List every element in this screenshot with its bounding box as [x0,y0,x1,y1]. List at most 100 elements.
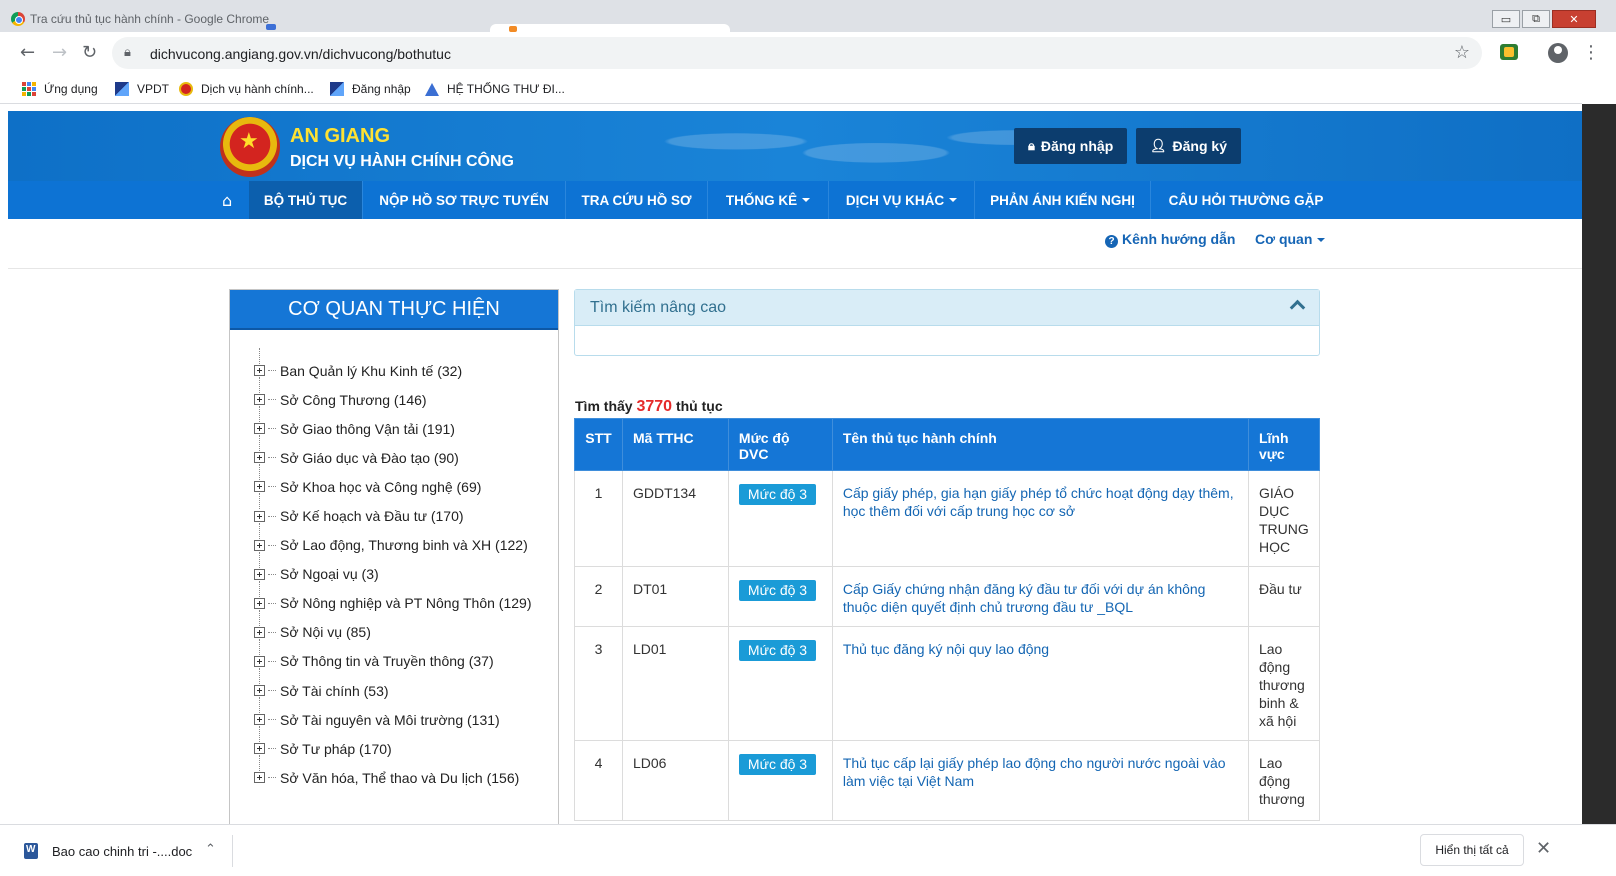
nav-cau-hoi[interactable]: CÂU HỎI THƯỜNG GẶP [1151,181,1341,219]
nav-dich-vu-khac[interactable]: DỊCH VỤ KHÁC [829,181,975,219]
agency-dropdown[interactable]: Cơ quan [1255,231,1326,247]
tree-item[interactable]: Sở Nội vụ (85) [254,609,532,647]
expand-plus-icon[interactable] [254,772,265,784]
tree-item[interactable]: Sở Thông tin và Truyền thông (37) [254,638,532,676]
bookmark-dich-vu[interactable]: Dịch vụ hành chính... [179,82,314,96]
tree-item[interactable]: Sở Nông nghiệp và PT Nông Thôn (129) [254,580,532,618]
tree-item-label[interactable]: Sở Ngoại vụ (3) [280,566,379,582]
tree-item-label[interactable]: Sở Văn hóa, Thể thao và Du lịch (156) [280,770,519,786]
procedure-link[interactable]: Thủ tục cấp lại giấy phép lao động cho n… [843,755,1226,789]
level-badge[interactable]: Mức độ 3 [738,484,817,505]
chevron-up-icon[interactable] [1291,298,1303,310]
tree-item[interactable]: Sở Giao thông Vận tải (191) [254,406,532,443]
lock-icon[interactable]: 🔒︎ [124,45,131,60]
tree-connector [259,348,260,364]
col-ten-thu-tuc: Tên thủ tục hành chính [831,418,1249,471]
advanced-search-header[interactable]: Tìm kiếm nâng cao [575,290,1319,326]
expand-plus-icon[interactable] [254,452,265,464]
procedure-link[interactable]: Cấp Giấy chứng nhận đăng ký đầu tư đối v… [843,581,1206,615]
tree-item-label[interactable]: Sở Tài chính (53) [280,683,389,699]
tree-item-label[interactable]: Sở Nội vụ (85) [280,624,371,640]
tree-item[interactable]: Sở Kế hoạch và Đầu tư (170) [254,493,532,530]
tree-item-label[interactable]: Ban Quản lý Khu Kinh tế (32) [280,363,462,379]
nav-nop-ho-so[interactable]: NỘP HỒ SƠ TRỰC TUYẾN [363,181,566,219]
close-icon[interactable]: ✕ [1536,838,1551,859]
level-badge[interactable]: Mức độ 3 [738,754,817,775]
tree-item-label[interactable]: Sở Công Thương (146) [280,392,427,408]
expand-plus-icon[interactable] [254,423,265,435]
home-icon[interactable]: ⌂ [222,191,232,210]
nav-label: THỐNG KÊ [725,192,798,208]
expand-plus-icon[interactable] [254,568,265,580]
login-button[interactable]: 🔒︎ Đăng nhập [1014,128,1128,164]
chevron-up-icon[interactable]: ⌃ [205,842,216,857]
tree-item-label[interactable]: Sở Giáo dục và Đào tạo (90) [280,450,459,466]
expand-plus-icon[interactable] [254,539,265,551]
close-window-button[interactable]: ✕ [1552,10,1596,28]
minimize-button[interactable]: ▭ [1492,10,1520,28]
tree-item-label[interactable]: Sở Kế hoạch và Đầu tư (170) [280,508,464,524]
show-all-button[interactable]: Hiển thị tất cả [1420,834,1524,866]
tab-favicon[interactable] [266,24,276,30]
tree-connector [268,486,276,488]
expand-plus-icon[interactable] [254,743,265,755]
level-badge[interactable]: Mức độ 3 [738,580,817,601]
nav-thong-ke[interactable]: THỐNG KÊ [708,181,829,219]
tree-item[interactable]: Sở Khoa học và Công nghệ (69) [254,464,532,501]
bookmark-vpdt[interactable]: VPDT [115,82,169,96]
expand-plus-icon[interactable] [254,655,265,667]
register-button[interactable]: 👤︎ Đăng ký [1136,128,1241,164]
expand-plus-icon[interactable] [254,685,265,697]
profile-avatar-icon[interactable] [1548,43,1568,63]
nav-phan-anh-kien-nghi[interactable]: PHẢN ÁNH KIẾN NGHỊ [975,181,1151,219]
tree-item[interactable]: Sở Tài chính (53) [254,668,532,705]
expand-plus-icon[interactable] [254,714,265,726]
tree-item-label[interactable]: Sở Thông tin và Truyền thông (37) [280,653,494,669]
tree-item-label[interactable]: Sở Giao thông Vận tải (191) [280,421,455,437]
tree-item[interactable]: Sở Tư pháp (170) [254,726,532,763]
procedure-link[interactable]: Cấp giấy phép, gia hạn giấy phép tổ chức… [843,485,1234,519]
expand-plus-icon[interactable] [254,510,265,522]
browser-menu-icon[interactable]: ⋮ [1582,42,1600,63]
extension-icon[interactable] [1500,44,1518,60]
back-arrow-icon[interactable]: ← [20,42,35,63]
nav-tra-cuu-ho-so[interactable]: TRA CỨU HỒ SƠ [566,181,708,219]
download-item[interactable]: Bao cao chinh tri -....doc [24,843,192,859]
site-brand-subtitle[interactable]: DỊCH VỤ HÀNH CHÍNH CÔNG [290,153,514,171]
active-tab[interactable] [490,24,730,32]
address-bar[interactable]: 🔒︎ dichvucong.angiang.gov.vn/dichvucong/… [112,37,1482,69]
tree-item[interactable]: Ban Quản lý Khu Kinh tế (32) [254,348,532,385]
tree-item[interactable]: Sở Lao động, Thương binh và XH (122) [254,522,532,560]
site-brand-title[interactable]: AN GIANG [290,125,390,148]
national-emblem-icon[interactable] [220,117,280,177]
reload-icon[interactable]: ↻ [82,42,97,63]
maximize-button[interactable]: ⧉ [1522,10,1550,28]
tree-item[interactable]: Sở Ngoại vụ (3) [254,551,532,589]
procedure-link[interactable]: Thủ tục đăng ký nội quy lao động [843,641,1049,657]
window-controls: ▭ ⧉ ✕ [1492,10,1596,28]
tree-item-label[interactable]: Sở Khoa học và Công nghệ (69) [280,479,481,495]
expand-plus-icon[interactable] [254,394,265,406]
url-text[interactable]: dichvucong.angiang.gov.vn/dichvucong/bot… [150,46,451,62]
tree-item[interactable]: Sở Giáo dục và Đào tạo (90) [254,435,532,472]
nav-bo-thu-tuc[interactable]: BỘ THỦ TỤC [249,181,363,219]
tree-item-label[interactable]: Sở Nông nghiệp và PT Nông Thôn (129) [280,595,532,611]
level-badge[interactable]: Mức độ 3 [738,640,817,661]
expand-plus-icon[interactable] [254,365,265,377]
bookmark-dang-nhap[interactable]: Đăng nhập [330,82,411,96]
guide-link[interactable]: ? Kênh hướng dẫn [1105,231,1235,248]
tree-item-label[interactable]: Sở Tài nguyên và Môi trường (131) [280,712,500,728]
forward-arrow-icon[interactable]: → [52,42,67,63]
bookmark-apps[interactable]: Ứng dụng [22,82,98,96]
table-cell: Lao động thương binh & xã hội [1247,626,1321,741]
expand-plus-icon[interactable] [254,597,265,609]
tree-item-label[interactable]: Sở Tư pháp (170) [280,741,392,757]
tree-item[interactable]: Sở Công Thương (146) [254,377,532,414]
bookmark-star-icon[interactable]: ☆ [1454,42,1470,63]
expand-plus-icon[interactable] [254,481,265,493]
tree-item[interactable]: Sở Tài nguyên và Môi trường (131) [254,697,532,734]
expand-plus-icon[interactable] [254,626,265,638]
bookmark-he-thong-thu[interactable]: HỆ THỐNG THƯ ĐI... [425,82,565,96]
tree-item[interactable]: Sở Văn hóa, Thể thao và Du lịch (156) [254,755,532,792]
tree-item-label[interactable]: Sở Lao động, Thương binh và XH (122) [280,537,528,553]
